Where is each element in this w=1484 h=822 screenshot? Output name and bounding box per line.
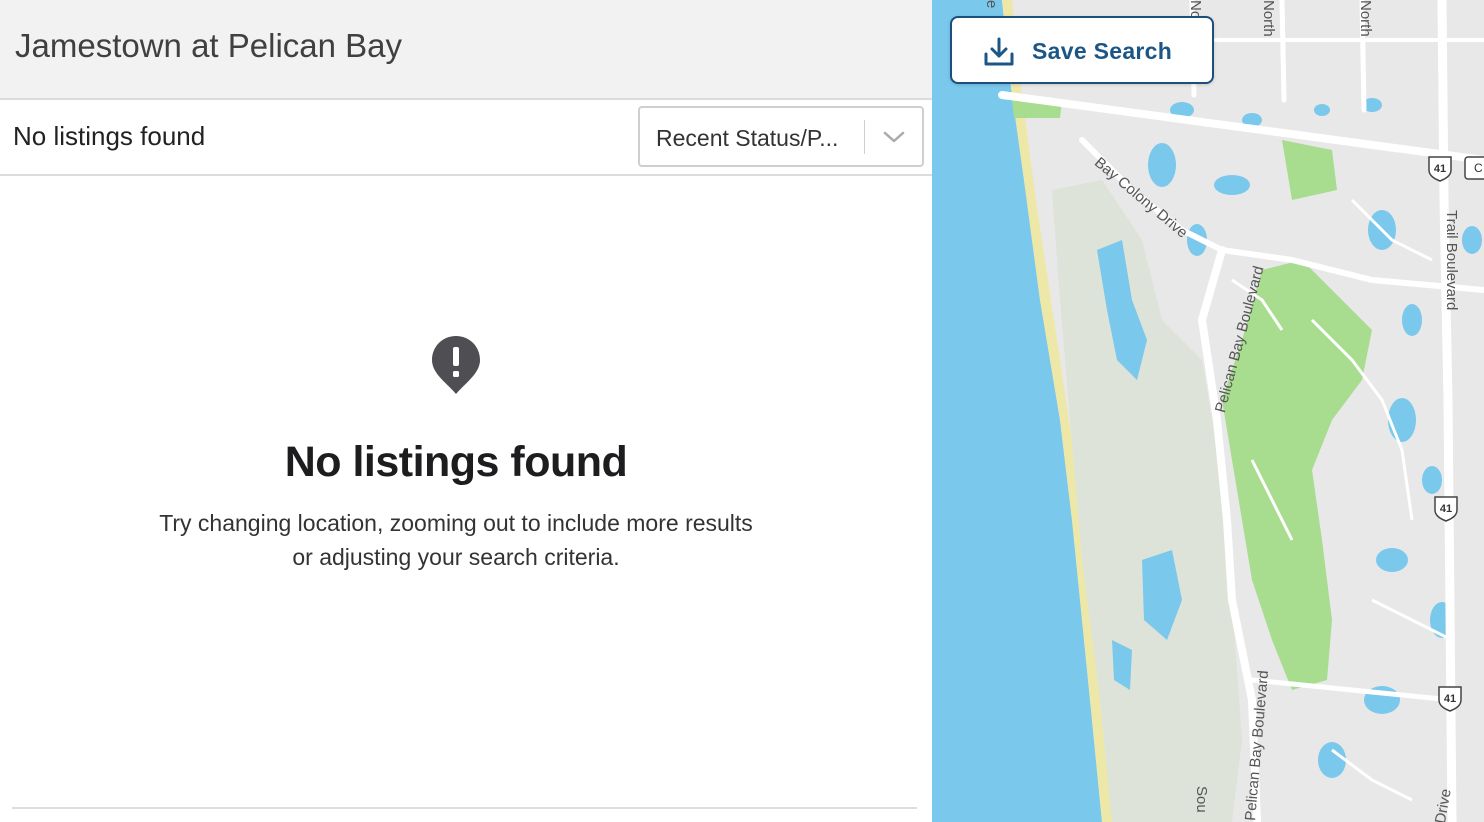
route-41-shield-icon: 41 xyxy=(1436,684,1464,712)
street-label: North xyxy=(1357,0,1374,37)
route-label: C xyxy=(1474,161,1483,175)
route-number: 41 xyxy=(1434,163,1446,175)
empty-state-title: No listings found xyxy=(284,438,628,486)
empty-state: No listings found Try changing location,… xyxy=(0,176,932,776)
map-canvas[interactable] xyxy=(932,0,1484,822)
alert-pin-icon xyxy=(432,336,480,394)
chevron-down-icon xyxy=(883,131,905,143)
empty-state-message: Try changing location, zooming out to in… xyxy=(159,510,753,570)
select-divider xyxy=(864,120,865,154)
street-label: e xyxy=(983,0,1000,9)
street-label: North xyxy=(1260,0,1277,37)
page-title: Jamestown at Pelican Bay xyxy=(15,27,403,64)
sort-select[interactable]: Recent Status/P... xyxy=(638,106,924,167)
result-count: No listings found xyxy=(13,121,206,151)
map-view[interactable]: Bay Colony Drive Pelican Bay Boulevard P… xyxy=(932,0,1484,822)
route-number: 41 xyxy=(1444,693,1456,705)
save-search-label: Save Search xyxy=(1032,38,1173,64)
divider xyxy=(12,807,917,809)
route-41-shield-icon: 41 xyxy=(1432,494,1460,522)
results-toolbar: No listings found Recent Status/P... xyxy=(0,100,932,176)
panel-header: Jamestown at Pelican Bay xyxy=(0,0,932,100)
street-label: Trail Boulevard xyxy=(1443,210,1460,311)
save-search-button[interactable]: Save Search xyxy=(950,16,1214,84)
sort-selected-value: Recent Status/P... xyxy=(656,125,839,151)
route-shield-icon: C xyxy=(1464,156,1484,180)
street-label: Sou xyxy=(1193,786,1210,813)
route-41-shield-icon: 41 xyxy=(1426,154,1454,182)
download-icon xyxy=(984,37,1014,66)
results-panel: Jamestown at Pelican Bay No listings fou… xyxy=(0,0,932,822)
route-number: 41 xyxy=(1440,503,1452,515)
